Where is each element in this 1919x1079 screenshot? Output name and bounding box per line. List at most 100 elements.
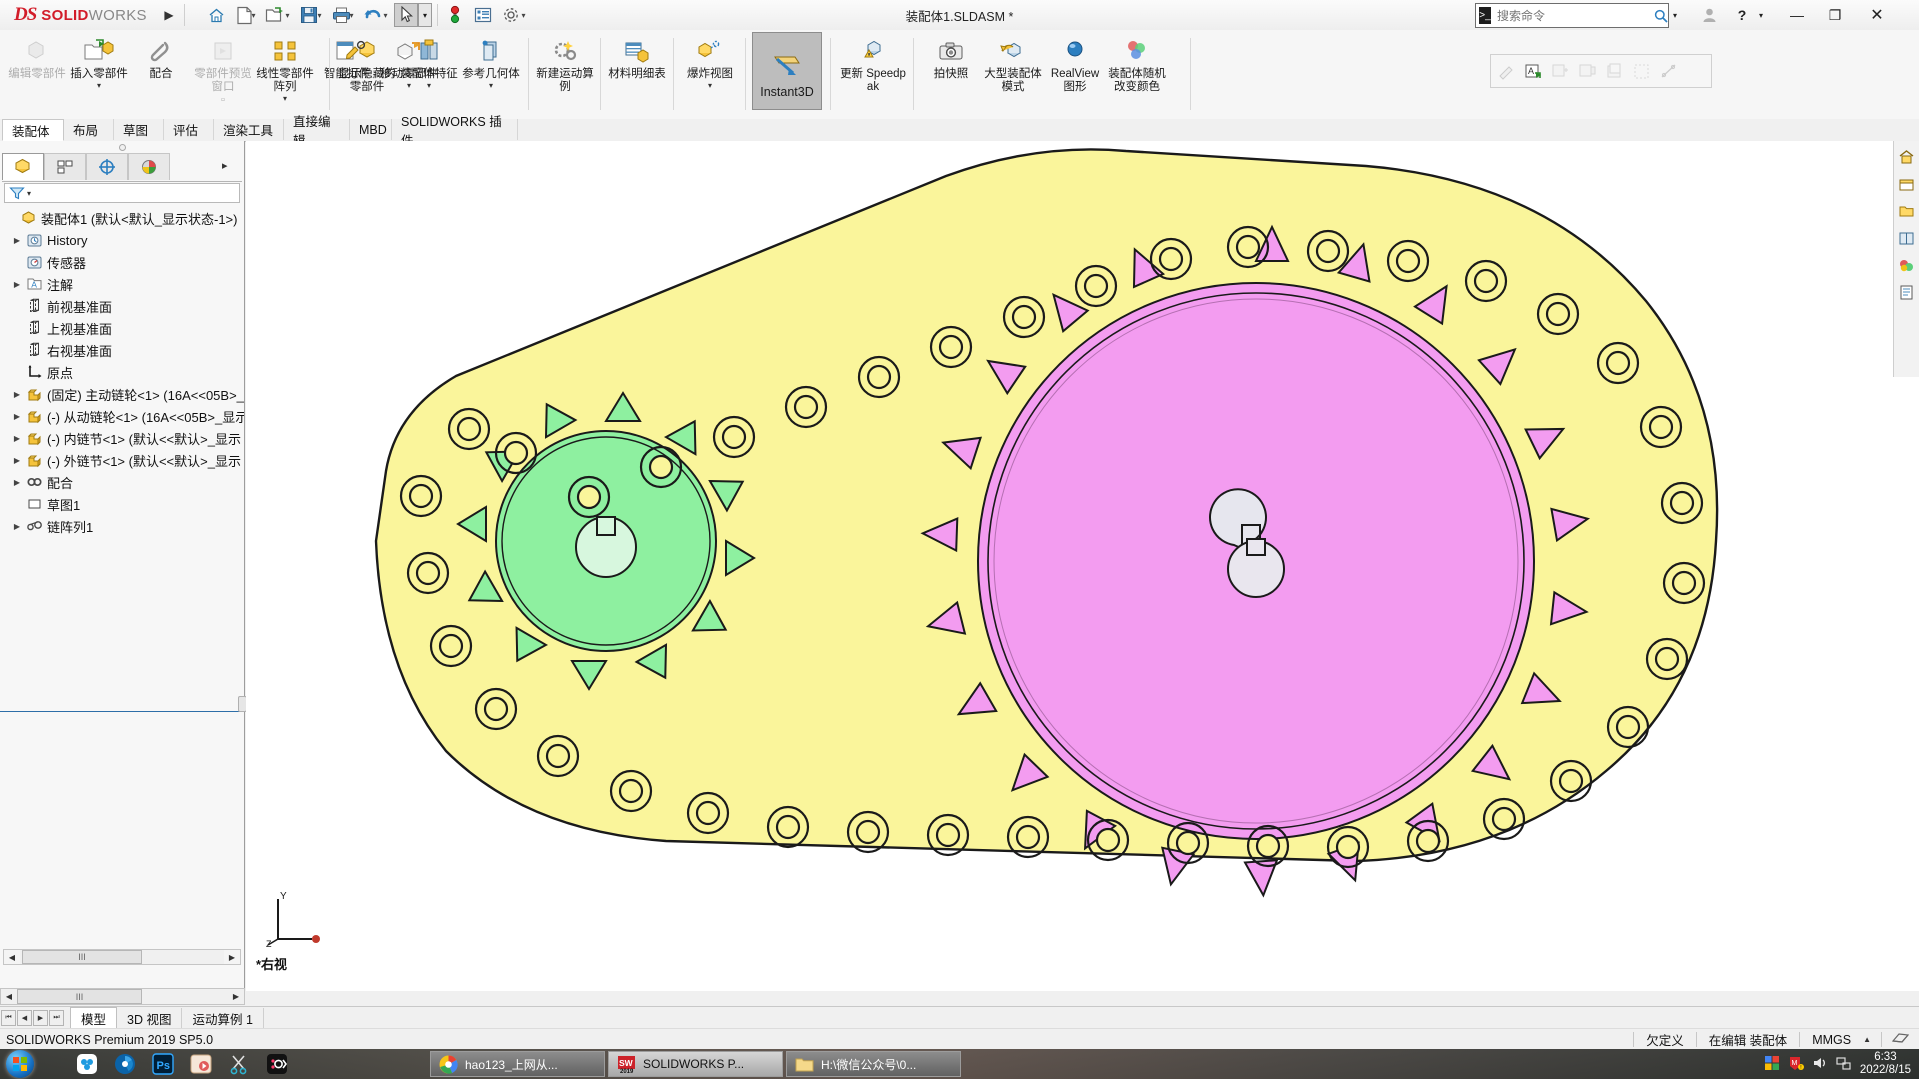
- taskbar-icon-okok[interactable]: [265, 1052, 289, 1076]
- tree-item-mates[interactable]: ▶ 配合: [0, 471, 244, 493]
- configuration-manager-tab[interactable]: [86, 153, 128, 180]
- tree-item-chain-pattern1[interactable]: ▶ 链阵列1: [0, 515, 244, 537]
- ribbon-button-random-color[interactable]: 装配体随机改变颜色: [1106, 32, 1168, 112]
- tray-icon-network[interactable]: [1836, 1055, 1852, 1074]
- feature-tree-hscrollbar[interactable]: ◀ III ▶: [3, 949, 241, 965]
- tree-item-drive-sprocket[interactable]: ▶ (固定) 主动链轮<1> (16A<<05B>_显: [0, 383, 244, 405]
- bottom-left-hscrollbar[interactable]: ◀ III ▶: [0, 988, 245, 1005]
- display-manager-tab[interactable]: [128, 153, 170, 180]
- taskbar-task-chrome[interactable]: hao123_上网从...: [430, 1051, 605, 1077]
- hscroll-left[interactable]: ◀: [1, 989, 17, 1004]
- tree-item-inner-link[interactable]: ▶ (-) 内链节<1> (默认<<默认>_显示: [0, 427, 244, 449]
- smart-dimension-icon[interactable]: [1494, 59, 1518, 83]
- nav-next-button[interactable]: ▶: [33, 1010, 48, 1026]
- surface-finish-icon[interactable]: [1575, 59, 1599, 83]
- panel-more-chevron[interactable]: ▸: [222, 159, 228, 172]
- tab-layout[interactable]: 布局: [64, 119, 114, 140]
- ribbon-button-large-assembly-mode[interactable]: 大型装配体模式: [982, 32, 1044, 112]
- tab-render-tools[interactable]: 渲染工具: [214, 119, 284, 140]
- nav-first-button[interactable]: ⏮: [1, 1010, 16, 1026]
- nav-prev-button[interactable]: ◀: [17, 1010, 32, 1026]
- hscroll-thumb[interactable]: III: [17, 989, 142, 1004]
- insert-note-icon[interactable]: A: [1521, 59, 1545, 83]
- ribbon-caret[interactable]: ▾: [427, 82, 431, 90]
- taskbar-icon-media[interactable]: [189, 1052, 213, 1076]
- tree-item-front-plane[interactable]: 前视基准面: [0, 295, 244, 317]
- tree-item-history[interactable]: ▶ History: [0, 229, 244, 251]
- scroll-thumb[interactable]: III: [22, 950, 142, 964]
- ribbon-button-reference-geometry[interactable]: 参考几何体 ▾: [460, 32, 522, 112]
- home-icon[interactable]: [203, 3, 229, 27]
- tree-item-assembly-root[interactable]: 装配体1 (默认<默认_显示状态-1>): [0, 207, 244, 229]
- hatch-area-icon[interactable]: [1629, 59, 1653, 83]
- bottom-tab-model[interactable]: 模型: [70, 1007, 117, 1029]
- tray-icon-google[interactable]: [1764, 1055, 1780, 1074]
- tab-direct-edit[interactable]: 直接编辑: [284, 119, 350, 140]
- tree-item-origin[interactable]: 原点: [0, 361, 244, 383]
- ribbon-button-component-preview[interactable]: 零部件预览窗口 ▫: [192, 32, 254, 112]
- close-button[interactable]: ✕: [1865, 4, 1889, 26]
- scroll-left-arrow[interactable]: ◀: [4, 950, 20, 964]
- expand-arrow[interactable]: ▶: [10, 390, 24, 399]
- start-button[interactable]: [6, 1050, 34, 1078]
- bottom-tab-motion-study[interactable]: 运动算例 1: [182, 1008, 263, 1029]
- status-units[interactable]: MMGS: [1800, 1031, 1863, 1048]
- undo-caret[interactable]: ▾: [381, 11, 390, 20]
- expand-arrow[interactable]: ▶: [10, 434, 24, 443]
- ribbon-button-linear-pattern[interactable]: 线性零部件阵列 ▾: [254, 32, 316, 112]
- ribbon-button-exploded-view[interactable]: 爆炸视图 ▾: [679, 32, 741, 112]
- expand-arrow[interactable]: ▶: [10, 522, 24, 531]
- ribbon-button-show-hidden-components[interactable]: 显示隐藏的零部件: [336, 32, 398, 112]
- view-palette-icon[interactable]: [1896, 228, 1917, 249]
- taskbar-clock[interactable]: 6:33 2022/8/15: [1860, 1051, 1911, 1077]
- ribbon-button-update-speedpak[interactable]: 更新 Speedpak: [837, 32, 909, 112]
- search-input[interactable]: [1491, 8, 1654, 24]
- centerline-icon[interactable]: [1656, 59, 1680, 83]
- help-button[interactable]: ?: [1733, 4, 1751, 26]
- ribbon-button-edit-component[interactable]: 编辑零部件: [6, 32, 68, 112]
- expand-arrow[interactable]: ▶: [10, 478, 24, 487]
- custom-properties-icon[interactable]: [1896, 282, 1917, 303]
- tree-item-sensors[interactable]: 传感器: [0, 251, 244, 273]
- tree-item-outer-link[interactable]: ▶ (-) 外链节<1> (默认<<默认>_显示: [0, 449, 244, 471]
- nav-last-button[interactable]: ⏭: [49, 1010, 64, 1026]
- ribbon-button-mate[interactable]: 配合: [130, 32, 192, 112]
- taskbar-task-folder[interactable]: H:\微信公众号\0...: [786, 1051, 961, 1077]
- ribbon-button-realview-graphics[interactable]: RealView 图形: [1044, 32, 1106, 112]
- file-explorer-icon[interactable]: [1896, 201, 1917, 222]
- tab-sketch[interactable]: 草图: [114, 119, 164, 140]
- ribbon-caret[interactable]: ▾: [489, 82, 493, 90]
- ribbon-button-assembly-feature[interactable]: 装配体特征 ▾: [398, 32, 460, 112]
- status-units-caret[interactable]: ▲: [1863, 1035, 1881, 1044]
- balloon-icon[interactable]: [1548, 59, 1572, 83]
- design-library-icon[interactable]: [1896, 174, 1917, 195]
- overlay-icon[interactable]: [1882, 1031, 1919, 1048]
- help-caret[interactable]: ▾: [1755, 4, 1767, 26]
- tree-item-sketch1[interactable]: 草图1: [0, 493, 244, 515]
- open-folder-caret[interactable]: ▾: [283, 11, 292, 20]
- tray-icon-security[interactable]: M!: [1788, 1055, 1804, 1074]
- ribbon-button-insert-component[interactable]: 插入零部件 ▾: [68, 32, 130, 112]
- feature-tree-rollback-bar[interactable]: [0, 711, 244, 712]
- tree-item-driven-sprocket[interactable]: ▶ (-) 从动链轮<1> (16A<<05B>_显示: [0, 405, 244, 427]
- select-cursor-icon[interactable]: [394, 3, 418, 27]
- appearances-scenes-icon[interactable]: [1896, 255, 1917, 276]
- options-list-icon[interactable]: [470, 3, 496, 27]
- filter-caret[interactable]: ▾: [27, 189, 31, 198]
- property-manager-tab[interactable]: [44, 153, 86, 180]
- ribbon-button-bill-of-materials[interactable]: 材料明细表: [606, 32, 668, 112]
- bottom-tab-3dviews[interactable]: 3D 视图: [117, 1008, 182, 1029]
- weld-symbol-icon[interactable]: [1602, 59, 1626, 83]
- feature-manager-tab[interactable]: [2, 153, 44, 180]
- tree-item-top-plane[interactable]: 上视基准面: [0, 317, 244, 339]
- graphics-viewport[interactable]: *右视 Y Z: [246, 141, 1919, 991]
- ribbon-button-instant3d[interactable]: Instant3D: [752, 32, 822, 110]
- taskbar-icon-photoshop[interactable]: Ps: [151, 1052, 175, 1076]
- user-account-icon[interactable]: [1697, 4, 1721, 26]
- search-command-box[interactable]: >_: [1475, 3, 1669, 28]
- tab-evaluate[interactable]: 评估: [164, 119, 214, 140]
- menu-expand-arrow[interactable]: ▶: [160, 6, 178, 24]
- rebuild-icon[interactable]: [442, 3, 468, 27]
- taskbar-icon-snip[interactable]: [227, 1052, 251, 1076]
- search-icon[interactable]: [1654, 9, 1668, 23]
